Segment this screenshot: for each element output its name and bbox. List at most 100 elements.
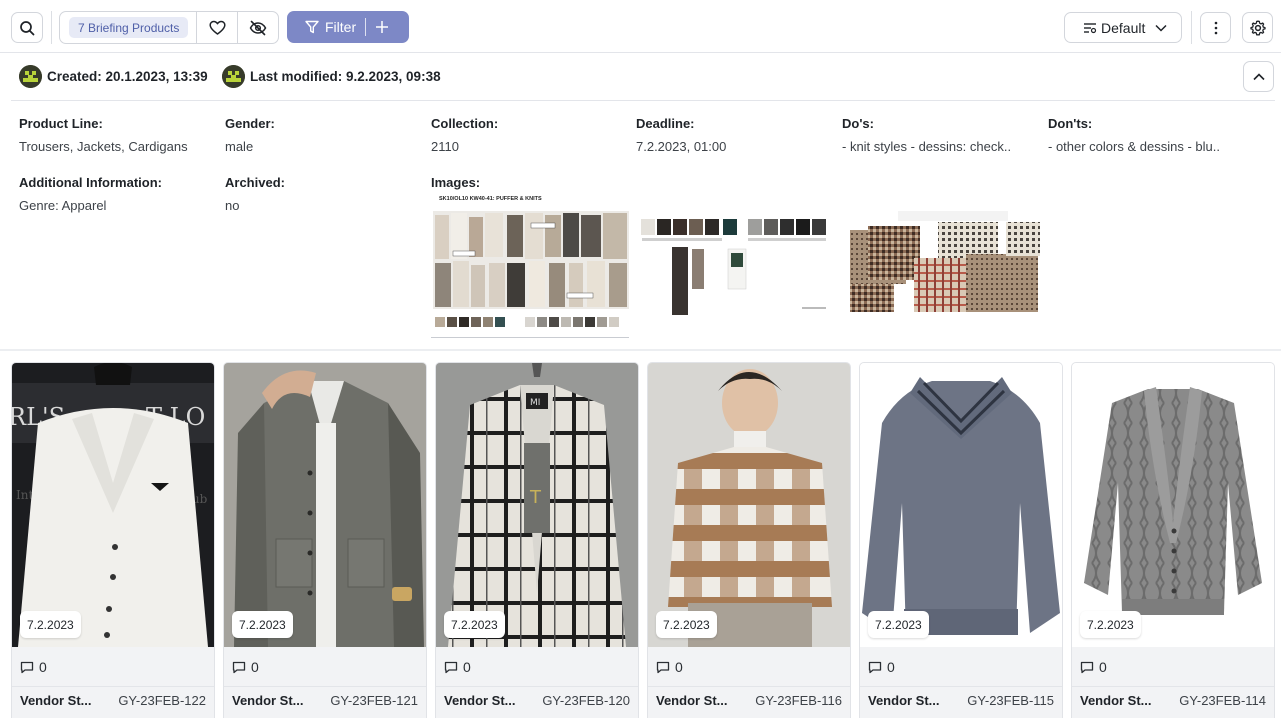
field-label: Images: <box>431 175 481 190</box>
modifier-avatar <box>222 65 245 88</box>
chevron-up-icon <box>1252 72 1265 80</box>
comment-count[interactable]: 0 <box>1080 659 1107 675</box>
dos-field: Do's: - knit styles - dessins: check.. <box>842 116 1011 154</box>
product-sku: GY-23FEB-114 <box>1179 693 1266 708</box>
filter-label: Filter <box>325 19 357 35</box>
heart-icon <box>209 20 226 35</box>
field-label: Collection: <box>431 116 499 131</box>
comment-icon <box>656 661 670 673</box>
field-value: no <box>225 198 240 213</box>
product-sku: GY-23FEB-115 <box>967 693 1054 708</box>
comment-icon <box>232 661 246 673</box>
field-label: Deadline: <box>636 116 695 131</box>
product-grid: RL'S T LO Int lub 7.2.2023 0 Vendor St..… <box>11 362 1275 718</box>
comment-count[interactable]: 0 <box>232 659 259 675</box>
field-value: 2110 <box>431 139 459 154</box>
creator-avatar <box>19 65 42 88</box>
favorites-button[interactable] <box>197 12 237 43</box>
filter-icon <box>305 20 319 34</box>
svg-text:MI: MI <box>530 398 540 408</box>
collapse-details-button[interactable] <box>1243 61 1274 92</box>
briefing-filter-group: 7 Briefing Products <box>59 11 279 44</box>
field-label: Product Line: <box>19 116 103 131</box>
card-divider <box>12 686 214 687</box>
comment-count[interactable]: 0 <box>656 659 683 675</box>
comment-count[interactable]: 0 <box>444 659 471 675</box>
color-swatch-image[interactable] <box>638 205 836 317</box>
card-divider <box>1072 686 1274 687</box>
collection-field: Collection: 2110 <box>431 116 498 154</box>
filter-divider <box>365 18 367 36</box>
comment-count-value: 0 <box>675 659 683 675</box>
created-info: Created: 20.1.2023, 13:39 <box>19 65 208 88</box>
donts-field: Don'ts: - other colors & dessins - blu.. <box>1048 116 1220 154</box>
product-card[interactable]: 7.2.2023 0 Vendor St... GY-23FEB-115 <box>859 362 1063 718</box>
comment-icon <box>1080 661 1094 673</box>
field-value: - other colors & dessins - blu.. <box>1048 139 1220 154</box>
product-image[interactable]: T MI <box>436 363 638 647</box>
settings-button[interactable] <box>1242 12 1273 43</box>
comment-icon <box>868 661 882 673</box>
section-divider <box>0 349 1281 351</box>
product-sku: GY-23FEB-116 <box>755 693 842 708</box>
modified-info: Last modified: 9.2.2023, 09:38 <box>222 65 441 88</box>
field-label: Do's: <box>842 116 874 131</box>
eye-off-icon <box>249 20 267 35</box>
sort-lines-icon <box>1084 22 1097 33</box>
archived-field: Archived: no <box>225 175 285 213</box>
comment-count-value: 0 <box>463 659 471 675</box>
date-badge: 7.2.2023 <box>232 611 293 638</box>
gear-icon <box>1249 20 1266 35</box>
comment-count-value: 0 <box>1099 659 1107 675</box>
moodboard-image[interactable]: SK10/OL10 KW40-41: PUFFER & KNITS <box>431 193 629 338</box>
product-image[interactable]: RL'S T LO Int lub <box>12 363 214 647</box>
comment-count-value: 0 <box>251 659 259 675</box>
product-card[interactable]: RL'S T LO Int lub 7.2.2023 0 Vendor St..… <box>11 362 215 718</box>
date-badge: 7.2.2023 <box>444 611 505 638</box>
field-value: Genre: Apparel <box>19 198 107 213</box>
comment-count[interactable]: 0 <box>20 659 47 675</box>
images-field: Images: <box>431 175 480 190</box>
card-divider <box>436 686 638 687</box>
product-card[interactable]: T MI 7.2.2023 0 Vendor St... GY-23FEB-12… <box>435 362 639 718</box>
more-vertical-icon <box>1214 21 1217 34</box>
briefing-products-chip[interactable]: 7 Briefing Products <box>69 17 189 38</box>
field-value: male <box>225 139 254 154</box>
vendor-name: Vendor St... <box>444 693 516 708</box>
product-image[interactable] <box>860 363 1062 647</box>
fabric-check-image[interactable] <box>846 208 1044 320</box>
product-line-field: Product Line: Trousers, Jackets, Cardiga… <box>19 116 188 154</box>
vendor-name: Vendor St... <box>1080 693 1152 708</box>
field-label: Archived: <box>225 175 285 190</box>
toolbar-divider <box>51 11 52 44</box>
vendor-name: Vendor St... <box>20 693 92 708</box>
product-image[interactable] <box>1072 363 1274 647</box>
more-options-button[interactable] <box>1200 12 1231 43</box>
field-label: Additional Information: <box>19 175 162 190</box>
plus-icon <box>376 21 389 33</box>
gender-field: Gender: male <box>225 116 275 154</box>
svg-text:Int: Int <box>16 488 33 502</box>
product-card[interactable]: 7.2.2023 0 Vendor St... GY-23FEB-121 <box>223 362 427 718</box>
product-card[interactable]: 7.2.2023 0 Vendor St... GY-23FEB-114 <box>1071 362 1275 718</box>
comment-count[interactable]: 0 <box>868 659 895 675</box>
field-value: - knit styles - dessins: check.. <box>842 139 1012 154</box>
add-filter-button[interactable] <box>375 20 389 34</box>
modified-text: Last modified: 9.2.2023, 09:38 <box>250 69 441 84</box>
sort-label: Default <box>1101 19 1146 36</box>
product-card[interactable]: 7.2.2023 0 Vendor St... GY-23FEB-116 <box>647 362 851 718</box>
card-divider <box>224 686 426 687</box>
additional-info-field: Additional Information: Genre: Apparel <box>19 175 162 213</box>
product-sku: GY-23FEB-122 <box>118 693 206 708</box>
vendor-name: Vendor St... <box>656 693 728 708</box>
product-image[interactable] <box>648 363 850 647</box>
product-image[interactable] <box>224 363 426 647</box>
filter-button[interactable]: Filter <box>287 11 409 43</box>
field-value: Trousers, Jackets, Cardigans <box>19 139 188 154</box>
field-label: Don'ts: <box>1048 116 1093 131</box>
hidden-items-button[interactable] <box>238 12 278 43</box>
svg-text:T: T <box>529 487 542 508</box>
sort-dropdown[interactable]: Default <box>1064 12 1182 43</box>
deadline-field: Deadline: 7.2.2023, 01:00 <box>636 116 726 154</box>
search-button[interactable] <box>11 12 43 43</box>
